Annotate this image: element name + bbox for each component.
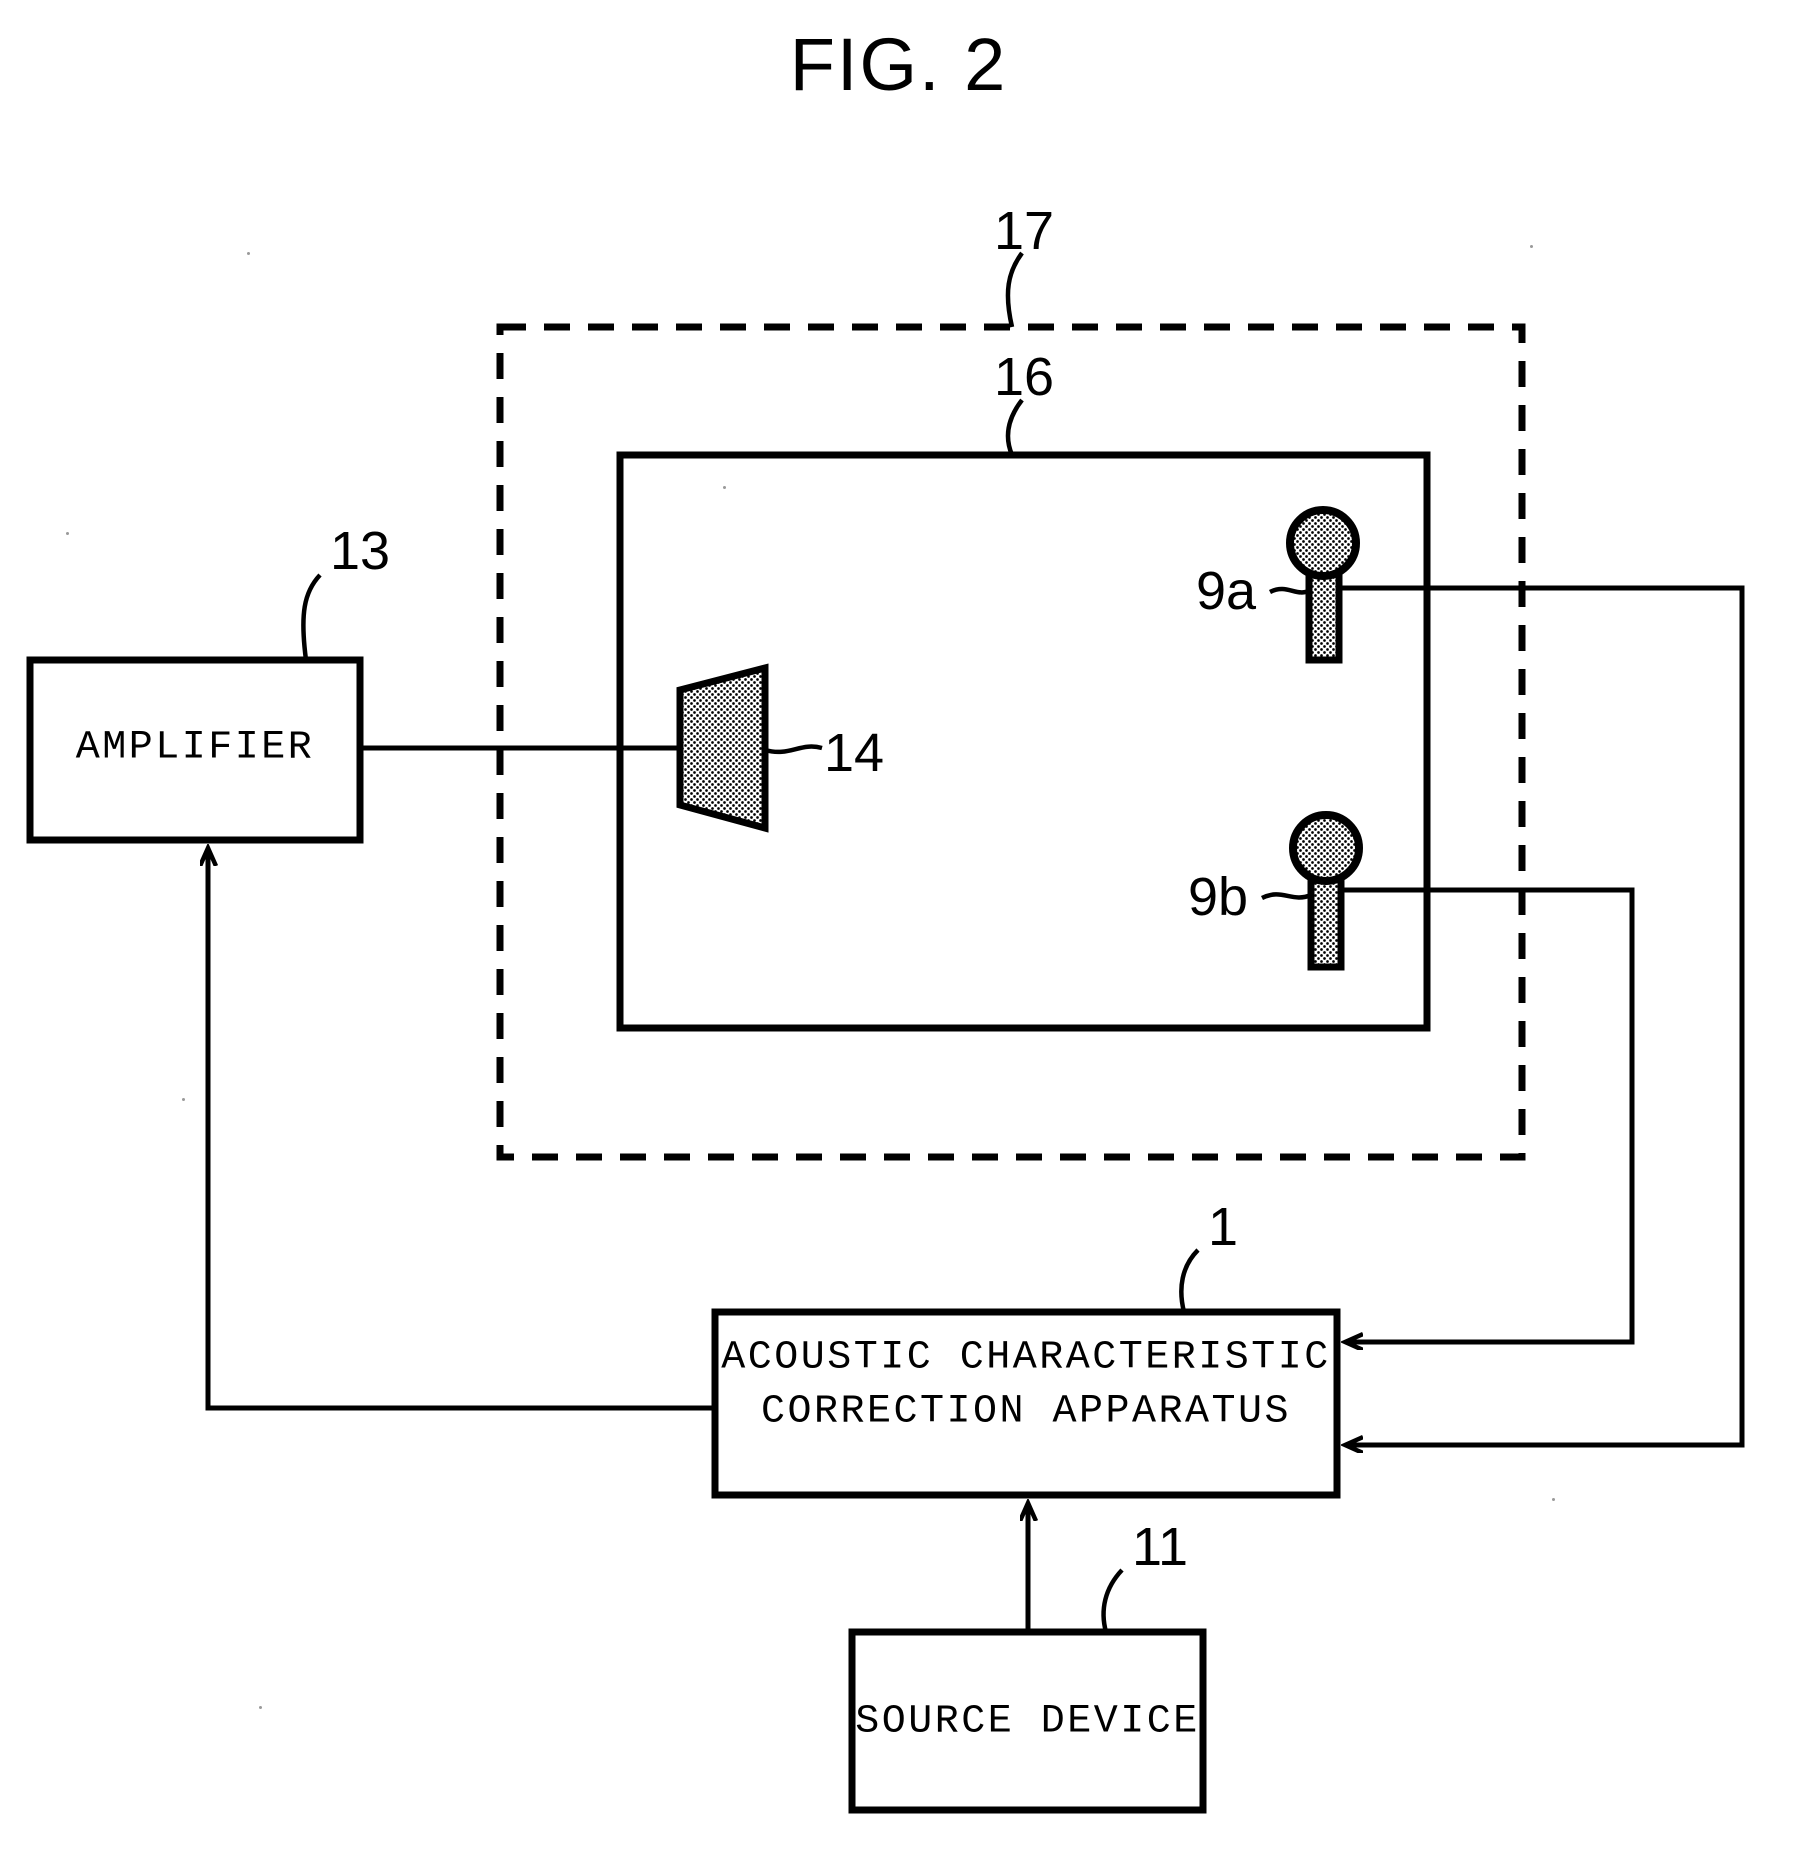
correction-apparatus-label-line1: ACOUSTIC CHARACTERISTIC — [721, 1335, 1331, 1381]
leader-17 — [1005, 251, 1024, 328]
ref-number-11: 11 — [1132, 1517, 1189, 1577]
ref-number-9b: 9b — [1188, 867, 1249, 927]
scan-speck — [259, 1706, 262, 1709]
leader-9b — [1260, 892, 1312, 901]
microphone-9b-head — [1289, 811, 1363, 885]
scan-speck — [182, 1098, 185, 1101]
ref-number-13: 13 — [330, 521, 391, 581]
microphone-9a-head — [1286, 506, 1360, 580]
speaker-14 — [676, 663, 769, 833]
leader-11 — [1101, 1568, 1124, 1633]
scan-speck — [723, 486, 726, 489]
figure-canvas: FIG. 2 AMPLIFIER ACOUSTIC CHARACTERISTIC… — [0, 0, 1797, 1857]
ref-number-14: 14 — [824, 723, 885, 783]
ref-number-9a: 9a — [1196, 561, 1257, 621]
scan-speck — [66, 532, 69, 535]
source-device-label: SOURCE DEVICE — [855, 1699, 1200, 1745]
ref-number-17: 17 — [994, 201, 1055, 261]
leader-1 — [1179, 1248, 1200, 1313]
correction-apparatus-label-line2: CORRECTION APPARATUS — [760, 1389, 1292, 1435]
ref-number-16: 16 — [994, 347, 1055, 407]
wire-mic9a-to-apparatus — [1339, 585, 1745, 1445]
ref-number-1: 1 — [1208, 1197, 1239, 1257]
amplifier-label: AMPLIFIER — [75, 725, 315, 771]
leader-16 — [1005, 398, 1024, 456]
scan-speck — [247, 252, 250, 255]
leader-13 — [301, 573, 322, 661]
scan-speck — [1530, 245, 1533, 248]
wire-mic9b-to-apparatus — [1341, 887, 1635, 1342]
diagram-svg — [26, 251, 1745, 1814]
scan-speck — [1552, 1498, 1555, 1501]
leader-9a — [1268, 586, 1313, 595]
leader-14 — [764, 744, 823, 755]
wire-apparatus-to-amplifier — [208, 848, 715, 1411]
